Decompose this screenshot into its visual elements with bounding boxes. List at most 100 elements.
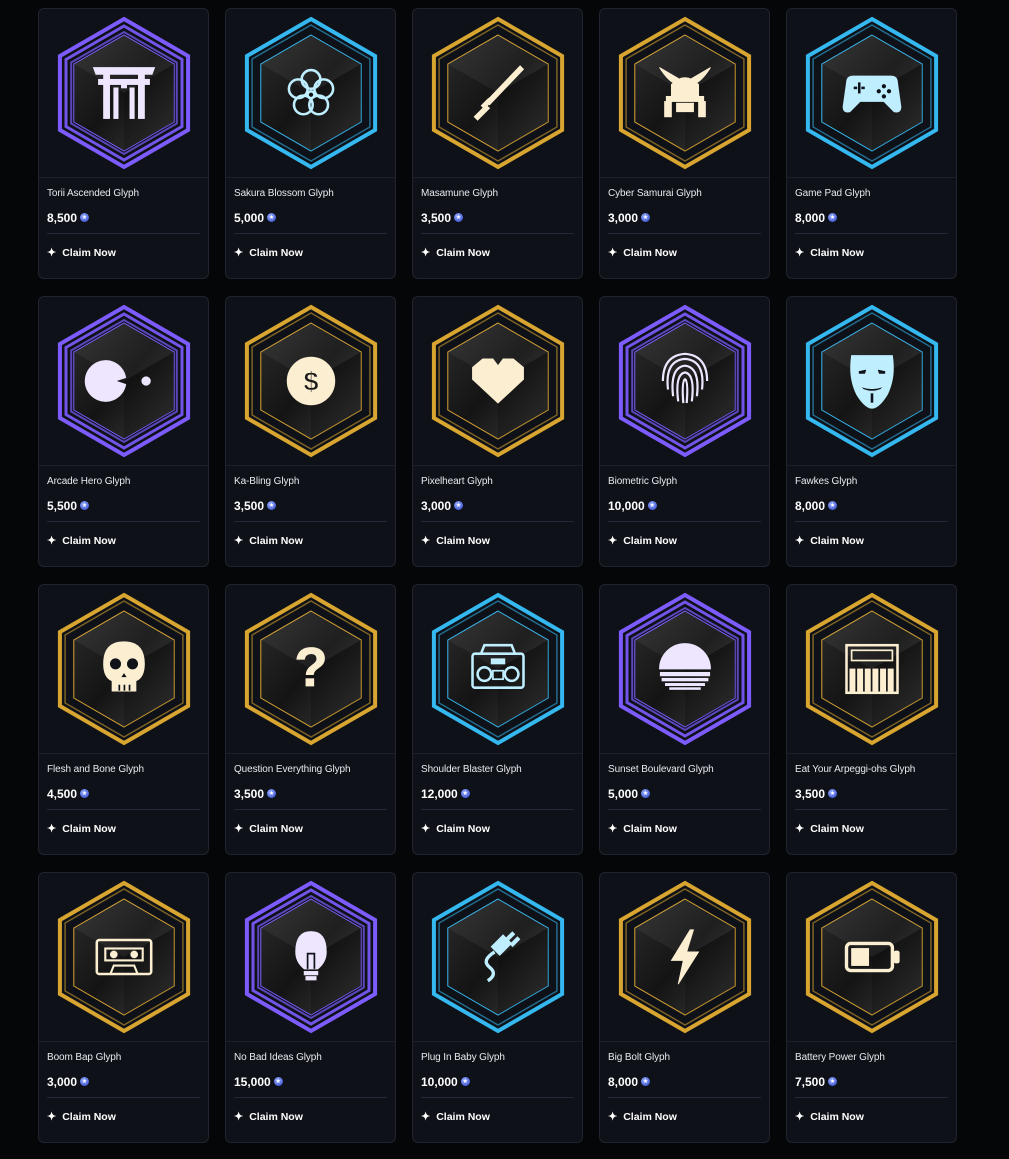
claim-now-button[interactable]: ✦ Claim Now: [795, 246, 948, 260]
star-gem-icon: ★: [80, 501, 90, 510]
glyph-name: Flesh and Bone Glyph: [47, 764, 144, 775]
star-gem-icon: ★: [828, 1077, 838, 1086]
claim-now-button[interactable]: ✦ Claim Now: [421, 246, 574, 260]
price-row: 5,000 ★: [608, 786, 761, 801]
glyph-card[interactable]: Big Bolt Glyph 8,000 ★ ✦ Claim Now: [599, 872, 770, 1143]
claim-now-button[interactable]: ✦ Claim Now: [608, 534, 761, 548]
claim-now-label: Claim Now: [62, 535, 116, 547]
claim-now-label: Claim Now: [249, 823, 303, 835]
glyph-name: Pixelheart Glyph: [421, 476, 493, 487]
glyph-price: 8,000: [795, 498, 826, 513]
glyph-art: [226, 9, 395, 178]
claim-now-button[interactable]: ✦ Claim Now: [234, 534, 387, 548]
star-gem-icon: ★: [267, 501, 277, 510]
divider: [47, 233, 200, 234]
glyph-name: Shoulder Blaster Glyph: [421, 764, 522, 775]
divider: [608, 233, 761, 234]
price-row: 3,500 ★: [234, 786, 387, 801]
glyph-price: 4,500: [47, 786, 78, 801]
sparkle-icon: ✦: [608, 822, 618, 835]
divider: [234, 809, 387, 810]
sparkle-icon: ✦: [795, 822, 805, 835]
fawkes-mask-icon: [805, 304, 938, 458]
divider: [608, 521, 761, 522]
claim-now-button[interactable]: ✦ Claim Now: [608, 822, 761, 836]
glyph-card[interactable]: Battery Power Glyph 7,500 ★ ✦ Claim Now: [786, 872, 957, 1143]
glyph-card[interactable]: Arcade Hero Glyph 5,500 ★ ✦ Claim Now: [38, 296, 209, 567]
claim-now-label: Claim Now: [436, 823, 490, 835]
glyph-card[interactable]: Pixelheart Glyph 3,000 ★ ✦ Claim Now: [412, 296, 583, 567]
glyph-grid: Torii Ascended Glyph 8,500 ★ ✦ Claim Now Saku…: [38, 8, 957, 1143]
glyph-card[interactable]: Cyber Samurai Glyph 3,000 ★ ✦ Claim Now: [599, 8, 770, 279]
claim-now-button[interactable]: ✦ Claim Now: [47, 822, 200, 836]
glyph-card[interactable]: Flesh and Bone Glyph 4,500 ★ ✦ Claim Now: [38, 584, 209, 855]
svg-text:?: ?: [294, 637, 327, 698]
glyph-card[interactable]: Game Pad Glyph 8,000 ★ ✦ Claim Now: [786, 8, 957, 279]
claim-now-label: Claim Now: [810, 1111, 864, 1123]
glyph-price: 3,500: [234, 786, 265, 801]
price-row: 3,000 ★: [421, 498, 574, 513]
price-row: 8,000 ★: [795, 210, 948, 225]
glyph-art: [787, 297, 956, 466]
glyph-card[interactable]: $ Ka-Bling Glyph 3,500 ★ ✦ Claim Now: [225, 296, 396, 567]
glyph-card[interactable]: ? Question Everything Glyph 3,500 ★ ✦ Claim N…: [225, 584, 396, 855]
glyph-card[interactable]: Eat Your Arpeggi-ohs Glyph 3,500 ★ ✦ Claim N…: [786, 584, 957, 855]
glyph-art: [600, 9, 769, 178]
claim-now-button[interactable]: ✦ Claim Now: [795, 534, 948, 548]
claim-now-button[interactable]: ✦ Claim Now: [795, 822, 948, 836]
glyph-name: Masamune Glyph: [421, 188, 498, 199]
divider: [47, 521, 200, 522]
divider: [795, 1097, 948, 1098]
sparkle-icon: ✦: [795, 534, 805, 547]
glyph-name: Cyber Samurai Glyph: [608, 188, 702, 199]
star-gem-icon: ★: [828, 213, 838, 222]
glyph-card[interactable]: Sunset Boulevard Glyph 5,000 ★ ✦ Claim Now: [599, 584, 770, 855]
price-row: 8,000 ★: [608, 1074, 761, 1089]
claim-now-button[interactable]: ✦ Claim Now: [47, 534, 200, 548]
glyph-art: ?: [226, 585, 395, 754]
star-gem-icon: ★: [641, 1077, 651, 1086]
sparkle-icon: ✦: [47, 246, 57, 259]
price-row: 10,000 ★: [421, 1074, 574, 1089]
claim-now-button[interactable]: ✦ Claim Now: [234, 246, 387, 260]
glyph-card[interactable]: Plug In Baby Glyph 10,000 ★ ✦ Claim Now: [412, 872, 583, 1143]
retro-sun-icon: [618, 592, 751, 746]
claim-now-button[interactable]: ✦ Claim Now: [421, 1110, 574, 1124]
price-row: 8,000 ★: [795, 498, 948, 513]
star-gem-icon: ★: [454, 501, 464, 510]
pacman-icon: [57, 304, 190, 458]
divider: [795, 809, 948, 810]
claim-now-label: Claim Now: [623, 247, 677, 259]
claim-now-label: Claim Now: [249, 1111, 303, 1123]
svg-text:$: $: [303, 365, 318, 396]
claim-now-button[interactable]: ✦ Claim Now: [608, 246, 761, 260]
glyph-card[interactable]: Sakura Blossom Glyph 5,000 ★ ✦ Claim Now: [225, 8, 396, 279]
glyph-price: 3,500: [421, 210, 452, 225]
glyph-price: 10,000: [608, 498, 645, 513]
glyph-card[interactable]: Masamune Glyph 3,500 ★ ✦ Claim Now: [412, 8, 583, 279]
claim-now-button[interactable]: ✦ Claim Now: [421, 822, 574, 836]
glyph-art: [226, 873, 395, 1042]
claim-now-button[interactable]: ✦ Claim Now: [47, 1110, 200, 1124]
claim-now-button[interactable]: ✦ Claim Now: [47, 246, 200, 260]
claim-now-button[interactable]: ✦ Claim Now: [234, 1110, 387, 1124]
claim-now-button[interactable]: ✦ Claim Now: [421, 534, 574, 548]
claim-now-label: Claim Now: [436, 247, 490, 259]
glyph-card[interactable]: Biometric Glyph 10,000 ★ ✦ Claim Now: [599, 296, 770, 567]
glyph-card[interactable]: No Bad Ideas Glyph 15,000 ★ ✦ Claim Now: [225, 872, 396, 1143]
glyph-card[interactable]: Fawkes Glyph 8,000 ★ ✦ Claim Now: [786, 296, 957, 567]
glyph-price: 10,000: [421, 1074, 458, 1089]
claim-now-button[interactable]: ✦ Claim Now: [234, 822, 387, 836]
divider: [608, 1097, 761, 1098]
glyph-card[interactable]: Shoulder Blaster Glyph 12,000 ★ ✦ Claim Now: [412, 584, 583, 855]
glyph-card[interactable]: Torii Ascended Glyph 8,500 ★ ✦ Claim Now: [38, 8, 209, 279]
battery-icon: [805, 880, 938, 1034]
claim-now-button[interactable]: ✦ Claim Now: [795, 1110, 948, 1124]
claim-now-button[interactable]: ✦ Claim Now: [608, 1110, 761, 1124]
glyph-card[interactable]: Boom Bap Glyph 3,000 ★ ✦ Claim Now: [38, 872, 209, 1143]
glyph-name: Plug In Baby Glyph: [421, 1052, 505, 1063]
claim-now-label: Claim Now: [623, 1111, 677, 1123]
star-gem-icon: ★: [828, 789, 838, 798]
price-row: 3,500 ★: [421, 210, 574, 225]
glyph-name: Fawkes Glyph: [795, 476, 858, 487]
